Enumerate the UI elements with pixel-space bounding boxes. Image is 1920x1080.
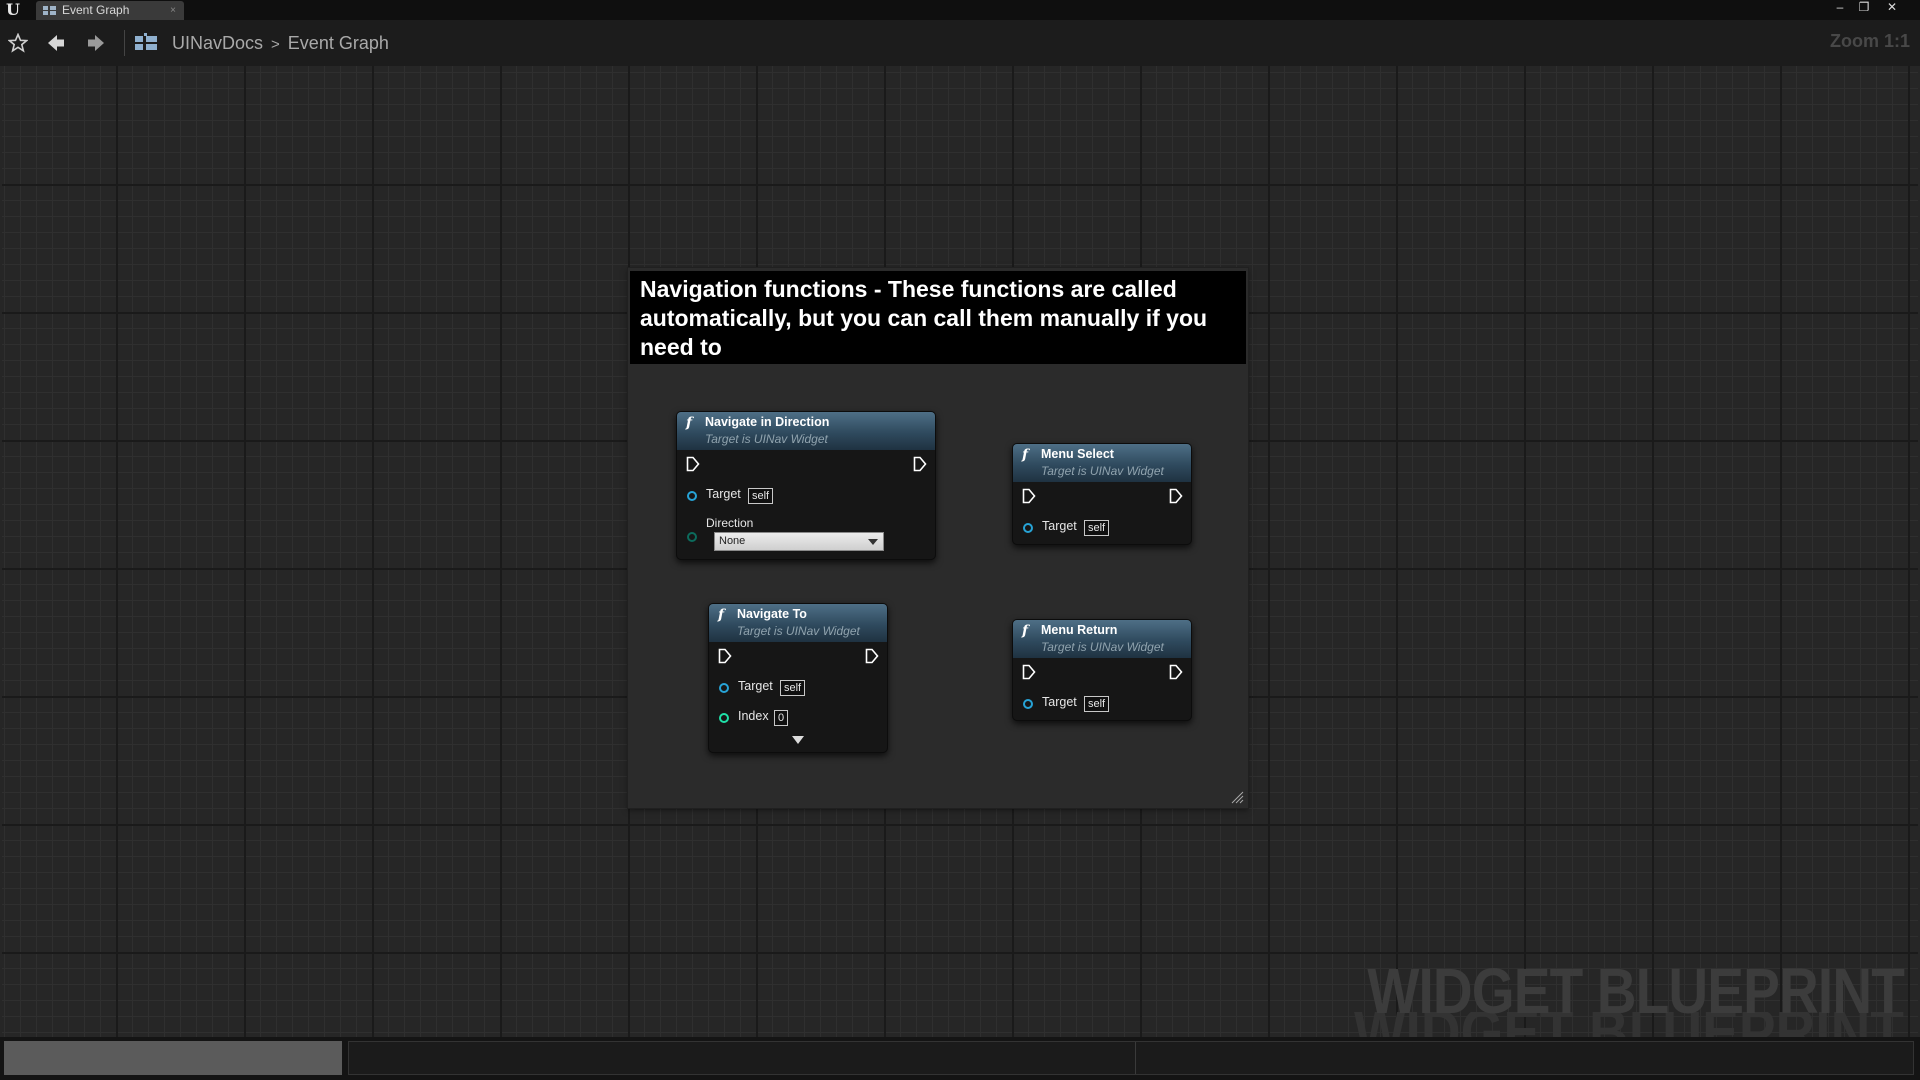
node-header[interactable]: f Navigate To Target is UINav Widget: [709, 604, 887, 642]
expand-advanced-icon[interactable]: [792, 736, 804, 744]
target-value-box[interactable]: self: [1084, 696, 1110, 712]
toolbar-divider: [124, 30, 125, 56]
target-pin-icon[interactable]: [1023, 699, 1033, 709]
exec-out-pin-icon[interactable]: [1169, 664, 1183, 680]
target-pin-icon[interactable]: [687, 491, 697, 501]
index-value-box[interactable]: 0: [774, 710, 789, 726]
comment-text[interactable]: Navigation functions - These functions a…: [630, 271, 1246, 364]
node-navigate-to[interactable]: f Navigate To Target is UINav Widget Tar…: [708, 603, 888, 753]
pin-label-index: Index: [738, 709, 769, 723]
bottom-bar: [0, 1037, 1920, 1080]
graph-canvas[interactable]: Navigation functions - These functions a…: [2, 66, 1918, 1037]
widget-blueprint-watermark: WIDGET BLUEPRINT: [1367, 955, 1904, 1027]
tab-event-graph[interactable]: Event Graph ×: [36, 1, 184, 20]
node-title: Navigate in Direction: [705, 415, 830, 429]
target-value-box[interactable]: self: [1084, 520, 1110, 536]
direction-pin-icon[interactable]: [687, 532, 697, 542]
target-value-box[interactable]: self: [748, 488, 774, 504]
target-value-box[interactable]: self: [780, 680, 806, 696]
back-arrow-icon: [48, 35, 64, 51]
pin-label-target: Target: [738, 679, 773, 693]
graph-toolbar: UINavDocs > Event Graph Zoom 1:1: [0, 20, 1920, 66]
node-header[interactable]: f Menu Select Target is UINav Widget: [1013, 444, 1191, 482]
forward-button[interactable]: [82, 29, 110, 57]
target-pin-icon[interactable]: [1023, 523, 1033, 533]
node-subtitle: Target is UINav Widget: [1041, 640, 1164, 654]
node-subtitle: Target is UINav Widget: [705, 432, 828, 446]
blueprint-graph-icon: [43, 6, 56, 15]
forward-arrow-icon: [88, 35, 104, 51]
node-header[interactable]: f Menu Return Target is UINav Widget: [1013, 620, 1191, 658]
star-icon: [8, 33, 28, 53]
unreal-logo-icon: U: [6, 0, 20, 19]
node-header[interactable]: f Navigate in Direction Target is UINav …: [677, 412, 935, 450]
tab-close-icon[interactable]: ×: [170, 1, 176, 20]
track-divider: [1135, 1042, 1136, 1074]
exec-out-pin-icon[interactable]: [913, 456, 927, 472]
exec-out-pin-icon[interactable]: [1169, 488, 1183, 504]
zoom-indicator: Zoom 1:1: [1829, 31, 1910, 51]
exec-in-pin-icon[interactable]: [686, 456, 700, 472]
node-menu-return[interactable]: f Menu Return Target is UINav Widget Tar…: [1012, 619, 1192, 721]
node-menu-select[interactable]: f Menu Select Target is UINav Widget Tar…: [1012, 443, 1192, 545]
exec-in-pin-icon[interactable]: [1022, 664, 1036, 680]
pin-label-direction: Direction: [706, 516, 754, 530]
title-bar: U Event Graph × – ❐ ✕: [0, 0, 1920, 20]
function-icon: f: [718, 607, 725, 623]
direction-selected-value: None: [719, 535, 746, 547]
function-icon: f: [1022, 623, 1029, 639]
pin-label-target: Target: [1042, 695, 1077, 709]
pin-label-target: Target: [706, 487, 741, 501]
favorite-button[interactable]: [4, 29, 32, 57]
resize-grip-icon[interactable]: [1230, 790, 1244, 804]
pin-label-target: Target: [1042, 519, 1077, 533]
exec-in-pin-icon[interactable]: [718, 648, 732, 664]
chevron-down-icon: [868, 539, 878, 545]
node-title: Navigate To: [737, 607, 807, 621]
blueprint-graph-icon: [135, 33, 157, 50]
tab-label: Event Graph: [62, 3, 130, 17]
breadcrumb: UINavDocs > Event Graph: [172, 32, 389, 56]
node-navigate-in-direction[interactable]: f Navigate in Direction Target is UINav …: [676, 411, 936, 560]
target-pin-icon[interactable]: [719, 683, 729, 693]
breadcrumb-item-uinavdocs[interactable]: UINavDocs: [172, 33, 263, 53]
function-icon: f: [1022, 447, 1029, 463]
bottom-left-panel[interactable]: [4, 1041, 342, 1075]
node-subtitle: Target is UINav Widget: [1041, 464, 1164, 478]
chevron-right-icon: >: [271, 36, 280, 53]
back-button[interactable]: [42, 29, 70, 57]
exec-in-pin-icon[interactable]: [1022, 488, 1036, 504]
close-window-button[interactable]: ✕: [1880, 0, 1904, 14]
node-subtitle: Target is UINav Widget: [737, 624, 860, 638]
function-icon: f: [686, 415, 693, 431]
node-title: Menu Select: [1041, 447, 1114, 461]
exec-out-pin-icon[interactable]: [865, 648, 879, 664]
minimize-button[interactable]: –: [1828, 0, 1852, 14]
index-pin-icon[interactable]: [719, 713, 729, 723]
bottom-scroll-track[interactable]: [348, 1041, 1914, 1075]
restore-button[interactable]: ❐: [1852, 0, 1876, 14]
breadcrumb-item-event-graph[interactable]: Event Graph: [288, 33, 389, 53]
node-title: Menu Return: [1041, 623, 1118, 637]
direction-dropdown[interactable]: None: [714, 532, 884, 551]
